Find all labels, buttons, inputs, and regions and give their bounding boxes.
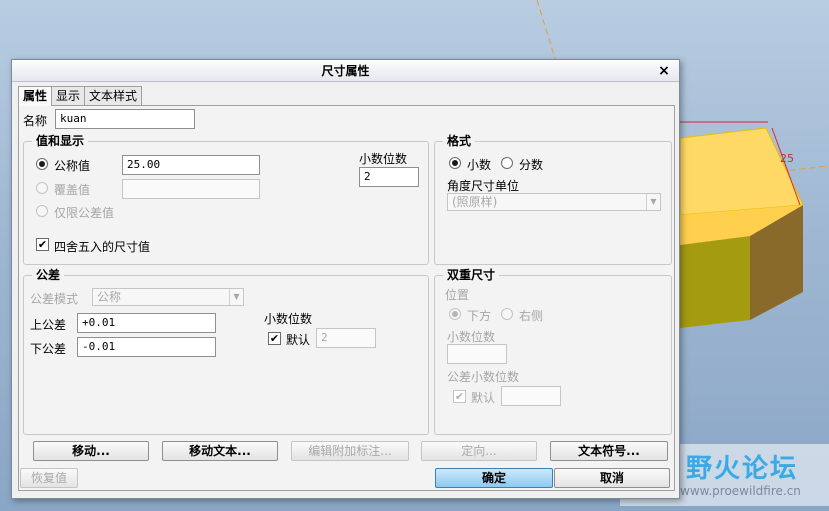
move-button[interactable]: 移动... xyxy=(33,441,149,461)
dual-dimension-title: 双重尺寸 xyxy=(443,268,500,282)
angle-unit-select[interactable]: (照原样) ▼ xyxy=(447,193,661,211)
tolerance-mode-value: 公称 xyxy=(97,290,122,304)
dual-decimals-label: 小数位数 xyxy=(447,330,496,344)
angle-unit-label: 角度尺寸单位 xyxy=(447,179,520,193)
dual-tolerance-decimals-label: 公差小数位数 xyxy=(447,370,520,384)
decimal-label: 小数 xyxy=(467,158,492,172)
tolerance-decimals-default-label: 默认 xyxy=(286,333,311,347)
tab-display[interactable]: 显示 xyxy=(51,86,86,105)
tab-text-style[interactable]: 文本样式 xyxy=(84,86,143,105)
move-text-button[interactable]: 移动文本... xyxy=(162,441,278,461)
value-decimals-input[interactable]: 2 xyxy=(359,167,419,187)
fraction-label: 分数 xyxy=(519,158,544,172)
dimension-value-label[interactable]: 25 xyxy=(780,152,794,165)
tolerance-decimals-label: 小数位数 xyxy=(264,312,313,326)
value-decimals-label: 小数位数 xyxy=(359,152,408,166)
round-label: 四舍五入的尺寸值 xyxy=(54,240,151,254)
watermark-brand: 野火论坛 xyxy=(686,454,799,484)
close-icon[interactable]: × xyxy=(657,60,671,82)
format-title: 格式 xyxy=(443,134,476,148)
dual-right-label: 右侧 xyxy=(519,309,544,323)
upper-tolerance-label: 上公差 xyxy=(30,318,67,332)
chevron-down-icon: ▼ xyxy=(646,194,660,210)
dialog-title: 尺寸属性 xyxy=(321,64,370,78)
text-symbol-button[interactable]: 文本符号... xyxy=(550,441,668,461)
edit-attached-notes-button[interactable]: 编辑附加标注... xyxy=(291,441,409,461)
watermark-url: www.proewildfire.cn xyxy=(680,484,801,498)
box-top-face xyxy=(679,127,804,216)
round-checkbox[interactable]: ✔ xyxy=(36,238,49,251)
orient-button[interactable]: 定向... xyxy=(421,441,537,461)
dual-dimension-group: 双重尺寸 位置 下方 右侧 小数位数 公差小数位数 ✔ 默认 xyxy=(434,268,672,435)
tolerance-title: 公差 xyxy=(32,268,65,282)
override-label: 覆盖值 xyxy=(54,183,91,197)
name-label: 名称 xyxy=(23,114,48,128)
tolerance-mode-select[interactable]: 公称 ▼ xyxy=(92,288,244,306)
decimal-radio[interactable] xyxy=(449,157,461,169)
value-display-title: 值和显示 xyxy=(32,134,89,148)
tolerance-only-label: 仅限公差值 xyxy=(54,206,115,220)
restore-values-button[interactable]: 恢复值 xyxy=(20,468,78,488)
dual-tolerance-default-checkbox[interactable]: ✔ xyxy=(453,390,466,403)
override-value-input[interactable] xyxy=(122,179,260,199)
tab-panel-properties: 名称 kuan 值和显示 公称值 25.00 覆盖值 仅限公差值 小数位数 2 … xyxy=(18,105,675,491)
dual-below-radio[interactable] xyxy=(449,308,461,320)
nominal-label: 公称值 xyxy=(54,159,91,173)
tab-strip: 属性 显示 文本样式 xyxy=(18,86,143,106)
tab-properties[interactable]: 属性 xyxy=(18,86,53,106)
box-front-face xyxy=(680,236,750,328)
value-display-group: 值和显示 公称值 25.00 覆盖值 仅限公差值 小数位数 2 ✔ 四舍五入的尺… xyxy=(23,134,429,265)
tolerance-group: 公差 公差模式 公称 ▼ 上公差 +0.01 下公差 -0.01 小数位数 ✔ … xyxy=(23,268,429,435)
tolerance-mode-label: 公差模式 xyxy=(30,292,79,306)
tolerance-only-radio[interactable] xyxy=(36,205,48,217)
dual-position-label: 位置 xyxy=(445,288,470,302)
tolerance-decimals-default-checkbox[interactable]: ✔ xyxy=(268,332,281,345)
fraction-radio[interactable] xyxy=(501,157,513,169)
dual-tolerance-decimals-input[interactable] xyxy=(501,386,561,406)
nominal-value-input[interactable]: 25.00 xyxy=(122,155,260,175)
dimension-properties-dialog: 尺寸属性 × 属性 显示 文本样式 名称 kuan 值和显示 公称值 25.00… xyxy=(11,59,680,499)
chevron-down-icon: ▼ xyxy=(229,289,243,305)
dual-decimals-input[interactable] xyxy=(447,344,507,364)
upper-tolerance-input[interactable]: +0.01 xyxy=(77,313,216,333)
format-group: 格式 小数 分数 角度尺寸单位 (照原样) ▼ xyxy=(434,134,672,265)
cancel-button[interactable]: 取消 xyxy=(554,468,670,488)
dual-tolerance-default-label: 默认 xyxy=(471,391,496,405)
lower-tolerance-label: 下公差 xyxy=(30,342,67,356)
ok-button[interactable]: 确定 xyxy=(435,468,553,488)
angle-unit-value: (照原样) xyxy=(452,195,498,209)
name-input[interactable]: kuan xyxy=(55,109,195,129)
override-radio[interactable] xyxy=(36,182,48,194)
dual-below-label: 下方 xyxy=(467,309,492,323)
dialog-titlebar[interactable]: 尺寸属性 × xyxy=(12,60,679,82)
tolerance-decimals-input[interactable]: 2 xyxy=(316,328,376,348)
nominal-radio[interactable] xyxy=(36,158,48,170)
lower-tolerance-input[interactable]: -0.01 xyxy=(77,337,216,357)
dual-right-radio[interactable] xyxy=(501,308,513,320)
